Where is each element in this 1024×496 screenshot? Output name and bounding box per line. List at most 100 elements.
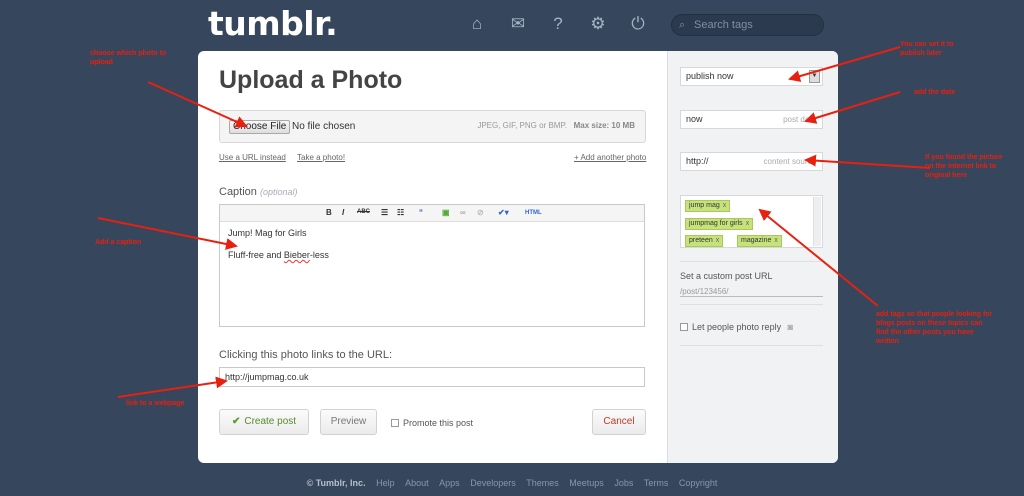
help-icon[interactable]: ? [548,14,568,34]
editor-toolbar: B I ABC ☰ ☷ “ ▣ ∞ ⊘ ✔▾ HTML [220,205,644,222]
footer-link-terms[interactable]: Terms [644,478,669,488]
checkmark-icon: ✔ [231,416,241,427]
cancel-button[interactable]: Cancel [592,409,646,435]
footer: © Tumblr, Inc. Help About Apps Developer… [0,478,1024,488]
promote-option[interactable]: Promote this post [391,418,473,428]
search-input[interactable]: ⌕ Search tags [671,14,824,36]
annotation-add-date: add the date [914,89,956,96]
bold-icon[interactable]: B [326,208,332,217]
caption-text-c: -less [309,250,329,260]
link-icon[interactable]: ∞ [460,208,466,217]
tag-chip[interactable]: magazine x [737,235,782,247]
file-status: No file chosen [292,121,356,132]
tags-input[interactable]: jump mag x jumpmag for girls x preteen x ma… [680,195,823,248]
italic-icon[interactable]: I [342,208,344,217]
caption-line-2: Fluff-free and Bieber-less [228,250,644,260]
custom-url-input[interactable]: /post/123456/ [680,287,823,297]
create-post-button[interactable]: ✔ Create post [219,409,309,435]
footer-copyright: © Tumblr, Inc. [306,478,366,488]
divider [680,304,823,305]
tag-chip[interactable]: jump mag x [685,200,731,212]
gear-icon[interactable]: ⚙ [588,14,608,34]
tag-chip[interactable]: jumpmag for girls x [685,218,754,230]
remove-tag-icon[interactable]: x [746,220,750,227]
publish-select-value: publish now [686,71,734,81]
remove-tag-icon[interactable]: x [774,237,778,244]
home-icon[interactable]: ⌂ [467,14,487,34]
file-upload-box: Choose File No file chosen JPEG, GIF, PN… [219,110,646,143]
tumblr-logo[interactable]: tumblr. [208,4,338,43]
remove-tag-icon[interactable]: x [723,202,727,209]
annotation-add-caption: Add a caption [95,239,142,246]
html-icon[interactable]: HTML [525,210,542,216]
footer-link-copyright[interactable]: Copyright [679,478,718,488]
footer-link-apps[interactable]: Apps [439,478,460,488]
post-form-panel: Upload a Photo Choose File No file chose… [198,51,838,463]
annotation-source: If you found the picture on the internet… [925,154,1003,179]
annotation-link-webpage: link to a webpage [126,400,185,407]
photo-reply-checkbox[interactable] [680,323,688,331]
unlink-icon[interactable]: ⊘ [477,208,484,217]
camera-icon: ◙ [787,322,794,332]
footer-link-themes[interactable]: Themes [526,478,559,488]
caption-text-a: Fluff-free and [228,250,284,260]
custom-url-label: Set a custom post URL [680,271,773,281]
search-icon: ⌕ [679,19,686,31]
mail-icon[interactable]: ✉ [508,14,528,34]
file-types: JPEG, GIF, PNG or BMP. [477,121,567,130]
post-date-input[interactable]: now post date [680,110,823,129]
strikethrough-icon[interactable]: ABC [357,209,370,215]
caption-editor[interactable]: B I ABC ☰ ☷ “ ▣ ∞ ⊘ ✔▾ HTML Jump! Mag fo… [219,204,645,327]
post-options-sidebar: publish now ▼ now post date http:// cont… [667,51,838,463]
create-post-label: Create post [244,416,297,427]
promote-checkbox[interactable] [391,419,399,427]
caption-label-text: Caption [219,186,257,198]
image-icon[interactable]: ▣ [442,208,450,217]
tags-scrollbar[interactable] [813,197,821,246]
divider [680,261,823,262]
publish-select[interactable]: publish now ▼ [680,67,823,86]
footer-link-jobs[interactable]: Jobs [614,478,633,488]
click-url-label: Clicking this photo links to the URL: [219,349,393,361]
page-title: Upload a Photo [219,66,403,94]
bullet-list-icon[interactable]: ☰ [381,208,388,217]
annotation-choose-photo: choose which photo to upload [90,50,167,66]
tag-text: jump mag [689,202,720,209]
remove-tag-icon[interactable]: x [716,237,720,244]
numbered-list-icon[interactable]: ☷ [397,208,404,217]
file-hint: JPEG, GIF, PNG or BMP. Max size: 10 MB [477,121,635,130]
quote-icon[interactable]: “ [419,208,423,217]
content-source-value: http:// [686,156,709,166]
power-icon[interactable]: ⏻ [628,14,648,34]
divider [680,345,823,346]
file-max-size: Max size: 10 MB [573,121,635,130]
post-date-placeholder: post date [783,115,816,124]
footer-link-about[interactable]: About [405,478,429,488]
click-url-input[interactable]: http://jumpmag.co.uk [219,367,645,387]
preview-button[interactable]: Preview [320,409,377,435]
annotation-tags: add tags so that people looking for blog… [876,311,993,345]
tag-text: magazine [741,237,772,244]
search-placeholder: Search tags [694,19,753,31]
post-date-value: now [686,114,703,124]
choose-file-button[interactable]: Choose File [229,120,291,134]
add-photo-link[interactable]: + Add another photo [574,153,646,162]
take-photo-link[interactable]: Take a photo! [297,153,345,162]
annotation-publish-later: You can set it to publish later [900,41,954,57]
spellcheck-icon[interactable]: ✔▾ [498,208,509,217]
caption-line-1: Jump! Mag for Girls [228,228,307,238]
photo-reply-label: Let people photo reply [692,322,782,332]
footer-link-help[interactable]: Help [376,478,395,488]
footer-link-developers[interactable]: Developers [470,478,516,488]
tag-text: preteen [689,237,713,244]
caption-optional: (optional) [259,187,298,197]
chevron-down-icon[interactable]: ▼ [809,70,820,83]
content-source-input[interactable]: http:// content source [680,152,823,171]
use-url-link[interactable]: Use a URL instead [219,153,286,162]
caption-misspelled-word: Bieber [283,250,310,260]
tag-chip[interactable]: preteen x [685,235,724,247]
content-source-placeholder: content source [763,157,816,166]
footer-link-meetups[interactable]: Meetups [569,478,604,488]
promote-label: Promote this post [403,418,474,428]
photo-reply-option[interactable]: Let people photo reply ◙ [680,322,793,332]
